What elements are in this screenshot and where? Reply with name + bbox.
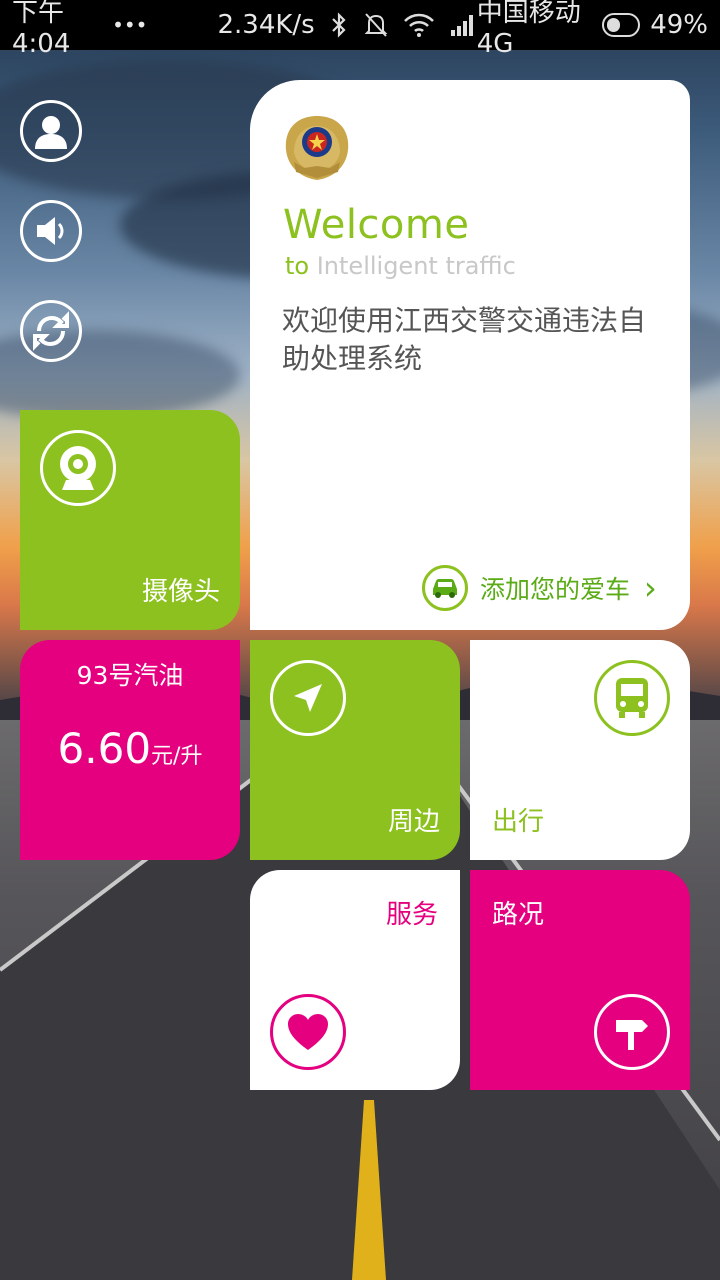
police-emblem-icon — [285, 116, 349, 180]
service-tile[interactable]: 服务 — [250, 870, 460, 1090]
camera-label: 摄像头 — [141, 577, 220, 607]
nearby-label: 周边 — [387, 807, 440, 837]
car-icon — [422, 565, 468, 611]
add-car-button[interactable]: 添加您的爱车 › — [422, 565, 657, 611]
fuel-price-unit: 元/升 — [151, 744, 203, 769]
camera-tile[interactable]: 摄像头 — [20, 410, 240, 630]
battery-percent: 49% — [650, 10, 708, 40]
refresh-button[interactable] — [20, 300, 82, 362]
welcome-sub-rest: Intelligent traffic — [309, 252, 516, 280]
fuel-price-value: 6.60 — [57, 724, 152, 773]
nearby-tile[interactable]: 周边 — [250, 640, 460, 860]
travel-tile[interactable]: 出行 — [470, 640, 690, 860]
bus-icon — [594, 660, 670, 736]
fuel-price: 6.60元/升 — [20, 724, 240, 773]
status-bar: 下午4:04 ••• 2.34K/s 中国移动 4G 49% — [0, 0, 720, 59]
battery-icon — [602, 13, 641, 37]
service-label: 服务 — [385, 900, 438, 930]
carrier-label: 中国移动 4G — [476, 0, 581, 59]
chevron-right-icon: › — [644, 569, 657, 607]
status-time: 下午4:04 — [12, 0, 71, 59]
refresh-icon — [33, 311, 69, 351]
welcome-sub-to: to — [285, 252, 310, 280]
fuel-type-label: 93号汽油 — [76, 661, 184, 690]
status-dots: ••• — [112, 13, 148, 37]
welcome-description: 欢迎使用江西交警交通违法自助处理系统 — [282, 304, 647, 375]
volume-icon — [37, 217, 64, 245]
signpost-icon — [594, 994, 670, 1070]
travel-label: 出行 — [492, 807, 545, 837]
user-button[interactable] — [20, 100, 82, 162]
network-speed: 2.34K/s — [217, 10, 315, 40]
traffic-tile[interactable]: 路况 — [470, 870, 690, 1090]
bluetooth-icon — [331, 12, 346, 38]
mute-bell-icon — [364, 13, 388, 37]
webcam-icon — [40, 430, 116, 506]
welcome-title: Welcome — [283, 202, 470, 248]
wifi-icon — [403, 13, 434, 37]
welcome-card: Welcome to Intelligent traffic 欢迎使用江西交警交… — [250, 80, 690, 630]
volume-button[interactable] — [20, 200, 82, 262]
heart-icon — [270, 994, 346, 1070]
user-icon — [35, 116, 67, 149]
traffic-label: 路况 — [492, 900, 545, 930]
add-car-label: 添加您的爱车 — [480, 575, 631, 604]
welcome-subtitle: to Intelligent traffic — [285, 252, 516, 280]
navigation-arrow-icon — [270, 660, 346, 736]
fuel-price-tile[interactable]: 93号汽油 6.60元/升 — [20, 640, 240, 860]
signal-icon — [450, 15, 473, 36]
